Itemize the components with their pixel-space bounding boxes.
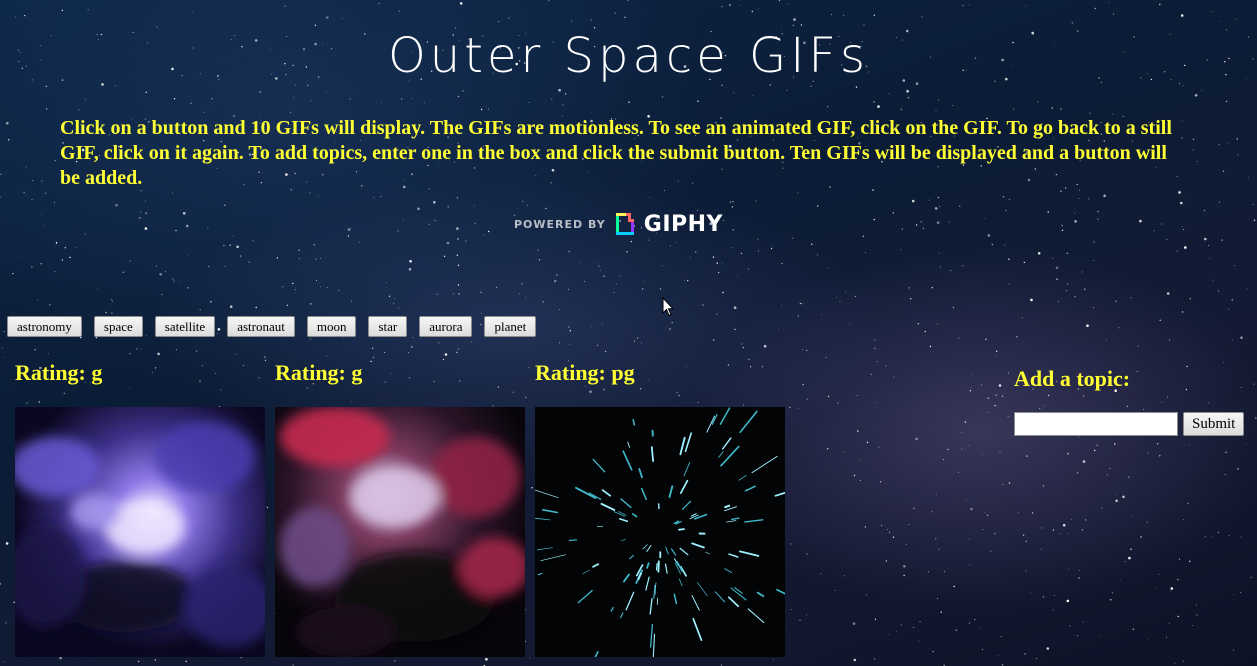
add-topic-panel: Add a topic: Submit <box>1014 365 1245 436</box>
topic-button-space[interactable]: space <box>93 316 143 337</box>
submit-button[interactable]: Submit <box>1183 412 1245 436</box>
topic-button-moon[interactable]: moon <box>306 316 357 337</box>
page-title: Outer Space GIFs <box>387 28 870 84</box>
topic-button-satellite[interactable]: satellite <box>154 316 216 337</box>
topic-button-astronaut[interactable]: astronaut <box>227 316 295 337</box>
topic-button-row: astronomy space satellite astronaut moon… <box>7 316 548 337</box>
mouse-cursor-icon <box>662 297 674 317</box>
gif-card: Rating: g <box>15 358 265 657</box>
gif-card: Rating: g <box>275 358 525 657</box>
gif-rating: Rating: g <box>275 360 363 385</box>
topic-button-planet[interactable]: planet <box>484 316 537 337</box>
giphy-wordmark: GIPHY <box>643 211 723 237</box>
topic-input[interactable] <box>1014 412 1178 436</box>
topic-button-astronomy[interactable]: astronomy <box>7 316 82 337</box>
giphy-attribution: POWERED BY GIPHY <box>514 208 723 240</box>
giphy-logo-icon <box>615 213 634 235</box>
add-topic-form: Submit <box>1014 412 1245 436</box>
gif-card: Rating: pg <box>535 358 785 657</box>
topic-button-star[interactable]: star <box>368 316 408 337</box>
add-topic-label: Add a topic: <box>1014 366 1131 391</box>
gif-rating: Rating: pg <box>535 360 635 385</box>
gif-image-warp-streaks[interactable] <box>535 407 785 657</box>
instructions-text: Click on a button and 10 GIFs will displ… <box>60 117 1172 189</box>
topic-button-aurora[interactable]: aurora <box>419 316 473 337</box>
gif-image-red-nebula[interactable] <box>275 407 525 657</box>
gif-rating: Rating: g <box>15 360 103 385</box>
powered-by-label: POWERED BY <box>514 217 606 231</box>
gif-image-violet-nebula[interactable] <box>15 407 265 657</box>
